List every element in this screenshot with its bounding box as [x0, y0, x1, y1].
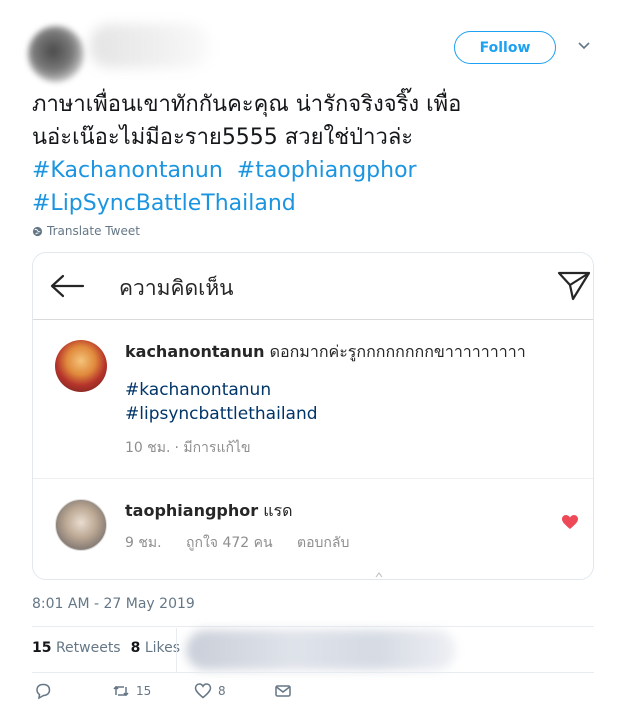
- retweet-button[interactable]: 15: [112, 682, 151, 700]
- retweets-stat[interactable]: 15 Retweets: [32, 640, 121, 656]
- comment-item: kachanontanun ดอกมากค่ะรูกกกกกกกกขาาาาาา…: [33, 320, 593, 479]
- heart-outline-icon: [194, 683, 212, 699]
- caret-icon: [375, 572, 383, 578]
- mail-icon: [275, 685, 291, 697]
- retweets-count: 15: [32, 640, 52, 656]
- tweet-stats: 15 Retweets 8 Likes: [32, 640, 180, 656]
- comment-time: 9 ชม.: [125, 535, 162, 551]
- hashtag-link[interactable]: #Kachanontanun: [32, 158, 223, 183]
- likes-stat[interactable]: 8 Likes: [131, 640, 180, 656]
- retweet-count: 15: [136, 684, 152, 698]
- divider: [32, 626, 594, 627]
- globe-icon: [32, 226, 43, 236]
- comment-likes: ถูกใจ 472 คน: [186, 535, 273, 551]
- hashtag-link[interactable]: #taophiangphor: [237, 158, 417, 183]
- avatar: [55, 340, 107, 392]
- divider: [176, 628, 177, 672]
- comment-edited: · มีการแก้ไข: [174, 440, 251, 456]
- comment-text: ดอกมากค่ะรูกกกกกกกกขาาาาาาาาา: [269, 342, 526, 361]
- comment-hashtag: #kachanontanun: [125, 380, 272, 400]
- tweet-line: นอ่ะเน๊อะไม่มีอะราย5555 สวยใช่ป่าวล่ะ: [32, 125, 414, 150]
- author-name[interactable]: [90, 24, 210, 68]
- comment-text: แรด: [263, 501, 293, 520]
- like-button[interactable]: 8: [194, 682, 226, 700]
- comment-hashtag: #lipsyncbattlethailand: [125, 404, 318, 424]
- chevron-down-icon[interactable]: [577, 41, 591, 51]
- comment-time: 10 ชม.: [125, 440, 171, 456]
- tweet-header: Follow: [0, 0, 631, 90]
- hashtag-link[interactable]: #LipSyncBattleThailand: [32, 191, 296, 216]
- translate-tweet-link[interactable]: Translate Tweet: [32, 224, 140, 238]
- back-arrow-icon: [50, 274, 85, 298]
- comment-item: taophiangphor แรด 9 ชม. ถูกใจ 472 คน ตอบ…: [33, 479, 593, 579]
- direct-message-button[interactable]: [274, 682, 292, 700]
- tweet-line: ภาษาเพื่อนเขาทักกันคะคุณ น่ารักจริงจริ๊ง…: [32, 92, 462, 117]
- comments-title: ความคิดเห็น: [119, 276, 234, 300]
- send-icon: [557, 271, 591, 301]
- likes-count: 8: [130, 640, 141, 656]
- author-avatar[interactable]: [28, 26, 84, 82]
- likes-label: Likes: [144, 640, 181, 656]
- reply-icon: [36, 683, 51, 700]
- like-count: 8: [218, 684, 226, 698]
- tweet-text: ภาษาเพื่อนเขาทักกันคะคุณ น่ารักจริงจริ๊ง…: [32, 88, 612, 220]
- tweet-timestamp[interactable]: 8:01 AM - 27 May 2019: [32, 596, 195, 612]
- comment-username: taophiangphor: [125, 501, 259, 520]
- retweet-icon: [113, 686, 129, 696]
- comments-header: ความคิดเห็น: [33, 253, 593, 320]
- liker-avatars[interactable]: [186, 630, 456, 670]
- avatar: [55, 499, 107, 551]
- translate-label: Translate Tweet: [47, 224, 140, 238]
- comment-reply: ตอบกลับ: [297, 535, 350, 551]
- heart-icon: [562, 515, 578, 529]
- reply-button[interactable]: [34, 682, 52, 700]
- embedded-screenshot[interactable]: ความคิดเห็น kachanontanun ดอกมากค่ะรูกกก…: [32, 252, 594, 580]
- divider: [32, 672, 594, 673]
- retweets-label: Retweets: [55, 640, 121, 656]
- comment-username: kachanontanun: [125, 342, 265, 361]
- follow-button[interactable]: Follow: [454, 31, 556, 64]
- tweet-actions: 15 8: [32, 682, 332, 708]
